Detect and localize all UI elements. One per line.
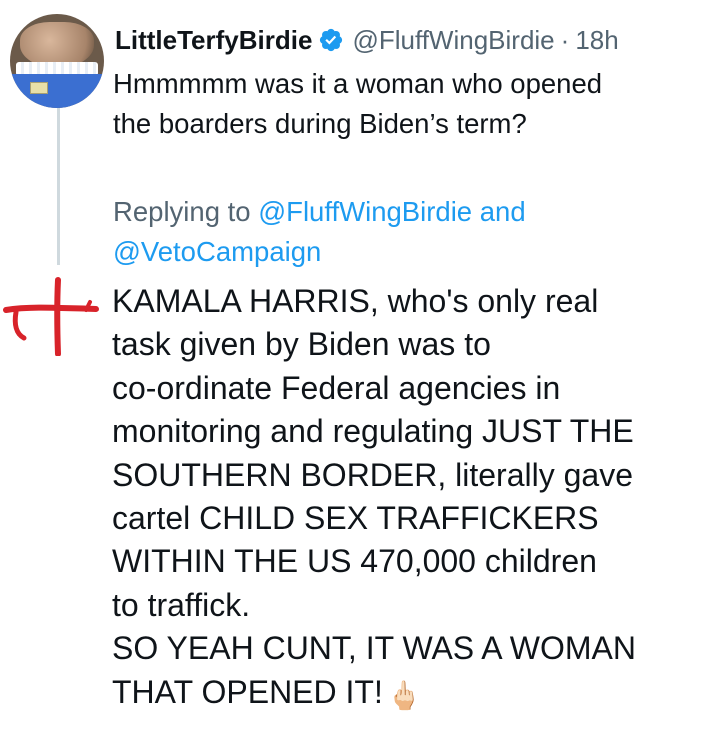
reply-line: monitoring and regulating JUST THE — [112, 413, 634, 450]
mention-link[interactable]: @FluffWingBirdie — [258, 196, 472, 227]
separator-dot: · — [560, 24, 570, 55]
reply-tweet-text: KAMALA HARRIS, who's only real task give… — [112, 280, 717, 717]
verified-badge-icon[interactable] — [318, 27, 344, 53]
reply-line: SO YEAH CUNT, IT WAS A WOMAN — [112, 630, 636, 667]
middle-finger-emoji-icon: 🖕🏻 — [386, 679, 422, 711]
reply-last-line: THAT OPENED IT! 🖕🏻 — [112, 671, 717, 717]
mention-link[interactable]: @VetoCampaign — [113, 236, 321, 267]
reply-line: task given by Biden was to — [112, 326, 491, 363]
parent-tweet-line: the boarders during Biden’s term? — [113, 108, 527, 139]
st-george-cross-icon — [3, 277, 99, 356]
avatar-image-tag — [30, 82, 48, 94]
tweet-header: LittleTerfyBirdie @FluffWingBirdie · 18h — [115, 20, 619, 60]
reply-line: WITHIN THE US 470,000 children — [112, 543, 597, 580]
reply-line: co-ordinate Federal agencies in — [112, 369, 561, 406]
timestamp[interactable]: 18h — [575, 25, 618, 56]
parent-tweet-text: Hmmmmm was it a woman who opened the boa… — [113, 64, 713, 144]
reply-line: THAT OPENED IT! — [112, 673, 383, 710]
avatar[interactable] — [10, 14, 104, 108]
thread-connector-line — [57, 105, 60, 265]
avatar-image-cloth — [10, 74, 104, 108]
reply-line: SOUTHERN BORDER, literally gave — [112, 456, 633, 493]
display-name[interactable]: LittleTerfyBirdie — [115, 25, 312, 56]
parent-tweet-line: Hmmmmm was it a woman who opened — [113, 68, 603, 99]
reply-line: to traffick. — [112, 586, 251, 623]
replying-prefix: Replying to — [113, 196, 251, 227]
reply-line: KAMALA HARRIS, who's only real — [112, 283, 599, 319]
replying-and: and — [479, 196, 526, 227]
reply-line: cartel CHILD SEX TRAFFICKERS — [112, 500, 599, 537]
replying-to: Replying to @FluffWingBirdie and @VetoCa… — [113, 192, 713, 272]
handle[interactable]: @FluffWingBirdie — [352, 25, 554, 56]
